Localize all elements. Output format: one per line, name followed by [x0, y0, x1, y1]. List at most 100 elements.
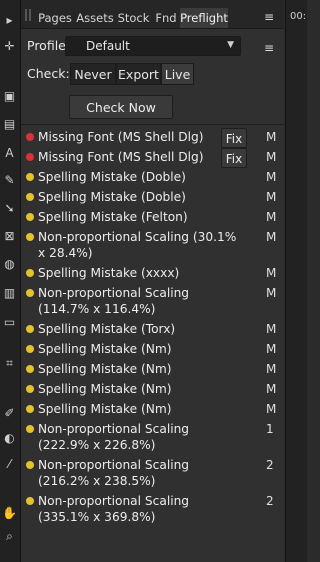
chevron-down-icon: ▼ — [227, 40, 234, 50]
check-label: Check: — [27, 66, 70, 81]
issue-row[interactable]: Non-proportional Scaling (114.7% x 116.4… — [21, 284, 284, 320]
warning-icon — [26, 173, 34, 181]
warning-icon — [26, 213, 34, 221]
table-tool-icon[interactable]: ▤ — [1, 116, 18, 133]
issue-row[interactable]: Non-proportional Scaling (222.9% x 226.8… — [21, 420, 284, 456]
tab-pages[interactable]: Pages — [37, 8, 73, 28]
issue-row[interactable]: Non-proportional Scaling (335.1% x 369.8… — [21, 492, 284, 528]
issue-text: Spelling Mistake (Nm) — [38, 342, 172, 356]
check-export-button[interactable]: Export — [116, 63, 161, 85]
issue-text: Non-proportional Scaling (216.2% x 238.5… — [38, 458, 190, 488]
issue-text: Spelling Mistake (Nm) — [38, 402, 172, 416]
tab-assets[interactable]: Assets — [76, 8, 114, 28]
profile-label: Profile: — [27, 38, 71, 53]
ellipse-tool-icon[interactable]: ◍ — [1, 256, 18, 273]
image-tool-icon[interactable]: ▥ — [1, 285, 18, 302]
error-icon — [26, 153, 34, 161]
issue-row[interactable]: Spelling Mistake (Nm) M — [21, 380, 284, 400]
issue-row[interactable]: Missing Font (MS Shell Dlg) Fix M — [21, 128, 284, 148]
warning-icon — [26, 425, 34, 433]
pen-tool-icon[interactable]: ✎ — [1, 172, 18, 189]
tab-fnd[interactable]: Fnd — [153, 8, 179, 28]
issue-text: Spelling Mistake (Torx) — [38, 322, 176, 336]
right-panel-strip: 00: — [285, 0, 307, 562]
profile-value: Default — [86, 39, 130, 53]
issue-text: Spelling Mistake (Nm) — [38, 382, 172, 396]
issue-location: M — [266, 342, 277, 356]
issue-text: Non-proportional Scaling (335.1% x 369.8… — [38, 494, 190, 524]
issue-location: M — [266, 170, 277, 184]
profile-menu-icon[interactable]: ≡ — [262, 41, 276, 55]
issue-row[interactable]: Non-proportional Scaling (216.2% x 238.5… — [21, 456, 284, 492]
warning-icon — [26, 385, 34, 393]
transparency-tool-icon[interactable]: ◐ — [1, 430, 18, 447]
warning-icon — [26, 193, 34, 201]
issue-location: M — [266, 402, 277, 416]
tab-stock[interactable]: Stock — [117, 8, 150, 28]
issue-location: M — [266, 266, 277, 280]
vector-crop-icon[interactable]: ⌗ — [1, 355, 18, 372]
hand-tool-icon[interactable]: ✋ — [1, 505, 18, 522]
issue-location: M — [266, 382, 277, 396]
profile-select[interactable]: Default ▼ — [65, 36, 241, 56]
fill-tool-icon[interactable]: ✐ — [1, 405, 18, 422]
fix-button[interactable]: Fix — [221, 148, 247, 168]
issue-row[interactable]: Spelling Mistake (Nm) M — [21, 340, 284, 360]
warning-icon — [26, 405, 34, 413]
issue-text: Missing Font (MS Shell Dlg) — [38, 150, 204, 164]
panel-grip-icon[interactable] — [25, 9, 31, 21]
issue-location: M — [266, 362, 277, 376]
issue-row[interactable]: Spelling Mistake (Torx) M — [21, 320, 284, 340]
issue-row[interactable]: Spelling Mistake (Doble) M — [21, 168, 284, 188]
issue-text: Spelling Mistake (Nm) — [38, 362, 172, 376]
issue-text: Missing Font (MS Shell Dlg) — [38, 130, 204, 144]
tab-preflight[interactable]: Preflight — [180, 8, 228, 28]
check-never-button[interactable]: Never — [70, 63, 116, 85]
issue-location: M — [266, 210, 277, 224]
issue-row[interactable]: Spelling Mistake (xxxx) M — [21, 264, 284, 284]
issue-row[interactable]: Spelling Mistake (Nm) M — [21, 360, 284, 380]
issue-location: 2 — [266, 458, 274, 472]
warning-icon — [26, 325, 34, 333]
issue-row[interactable]: Spelling Mistake (Doble) M — [21, 188, 284, 208]
frame-tool-icon[interactable]: ▣ — [1, 88, 18, 105]
issue-row[interactable]: Spelling Mistake (Felton) M — [21, 208, 284, 228]
crop-tool-icon[interactable]: ⊠ — [1, 228, 18, 245]
issue-location: M — [266, 130, 277, 144]
check-now-button[interactable]: Check Now — [69, 95, 173, 119]
issue-location: M — [266, 230, 277, 244]
issue-location: M — [266, 322, 277, 336]
warning-icon — [26, 269, 34, 277]
issue-text: Spelling Mistake (Felton) — [38, 210, 188, 224]
issue-location: M — [266, 150, 277, 164]
right-panel-tab[interactable]: 00: — [290, 11, 306, 22]
issue-location: 1 — [266, 422, 274, 436]
picture-frame-icon[interactable]: ▭ — [1, 314, 18, 331]
node-tool-icon[interactable]: ➘ — [1, 200, 18, 217]
zoom-tool-icon[interactable]: ⌕ — [1, 528, 18, 545]
warning-icon — [26, 345, 34, 353]
panel-menu-icon[interactable]: ≡ — [262, 10, 276, 24]
check-live-button[interactable]: Live — [161, 63, 194, 85]
warning-icon — [26, 233, 34, 241]
warning-icon — [26, 497, 34, 505]
issue-location: 2 — [266, 494, 274, 508]
warning-icon — [26, 461, 34, 469]
issue-text: Spelling Mistake (Doble) — [38, 190, 186, 204]
issue-row[interactable]: Missing Font (MS Shell Dlg) Fix M — [21, 148, 284, 168]
move-tool-icon[interactable]: ✛ — [1, 38, 18, 55]
issue-row[interactable]: Spelling Mistake (Nm) M — [21, 400, 284, 420]
warning-icon — [26, 289, 34, 297]
warning-icon — [26, 365, 34, 373]
eyedropper-icon[interactable]: ⁄ — [1, 456, 18, 473]
issue-text: Non-proportional Scaling (30.1% x 28.4%) — [38, 230, 237, 260]
pointer-tool-icon[interactable]: ▸ — [1, 12, 18, 29]
text-tool-icon[interactable]: A — [1, 145, 18, 162]
preflight-panel: Pages Assets Stock Fnd Preflight ≡ Profi… — [21, 0, 284, 562]
panel-tab-bar: Pages Assets Stock Fnd Preflight ≡ — [21, 0, 284, 29]
issue-row[interactable]: Non-proportional Scaling (30.1% x 28.4%)… — [21, 228, 284, 264]
fix-button[interactable]: Fix — [221, 128, 247, 148]
issue-text: Spelling Mistake (xxxx) — [38, 266, 180, 280]
divider — [21, 124, 284, 125]
tools-panel: ▸ ✛ ▣ ▤ A ✎ ➘ ⊠ ◍ ▥ ▭ ⌗ ✐ ◐ ⁄ ✋ ⌕ — [0, 0, 21, 562]
